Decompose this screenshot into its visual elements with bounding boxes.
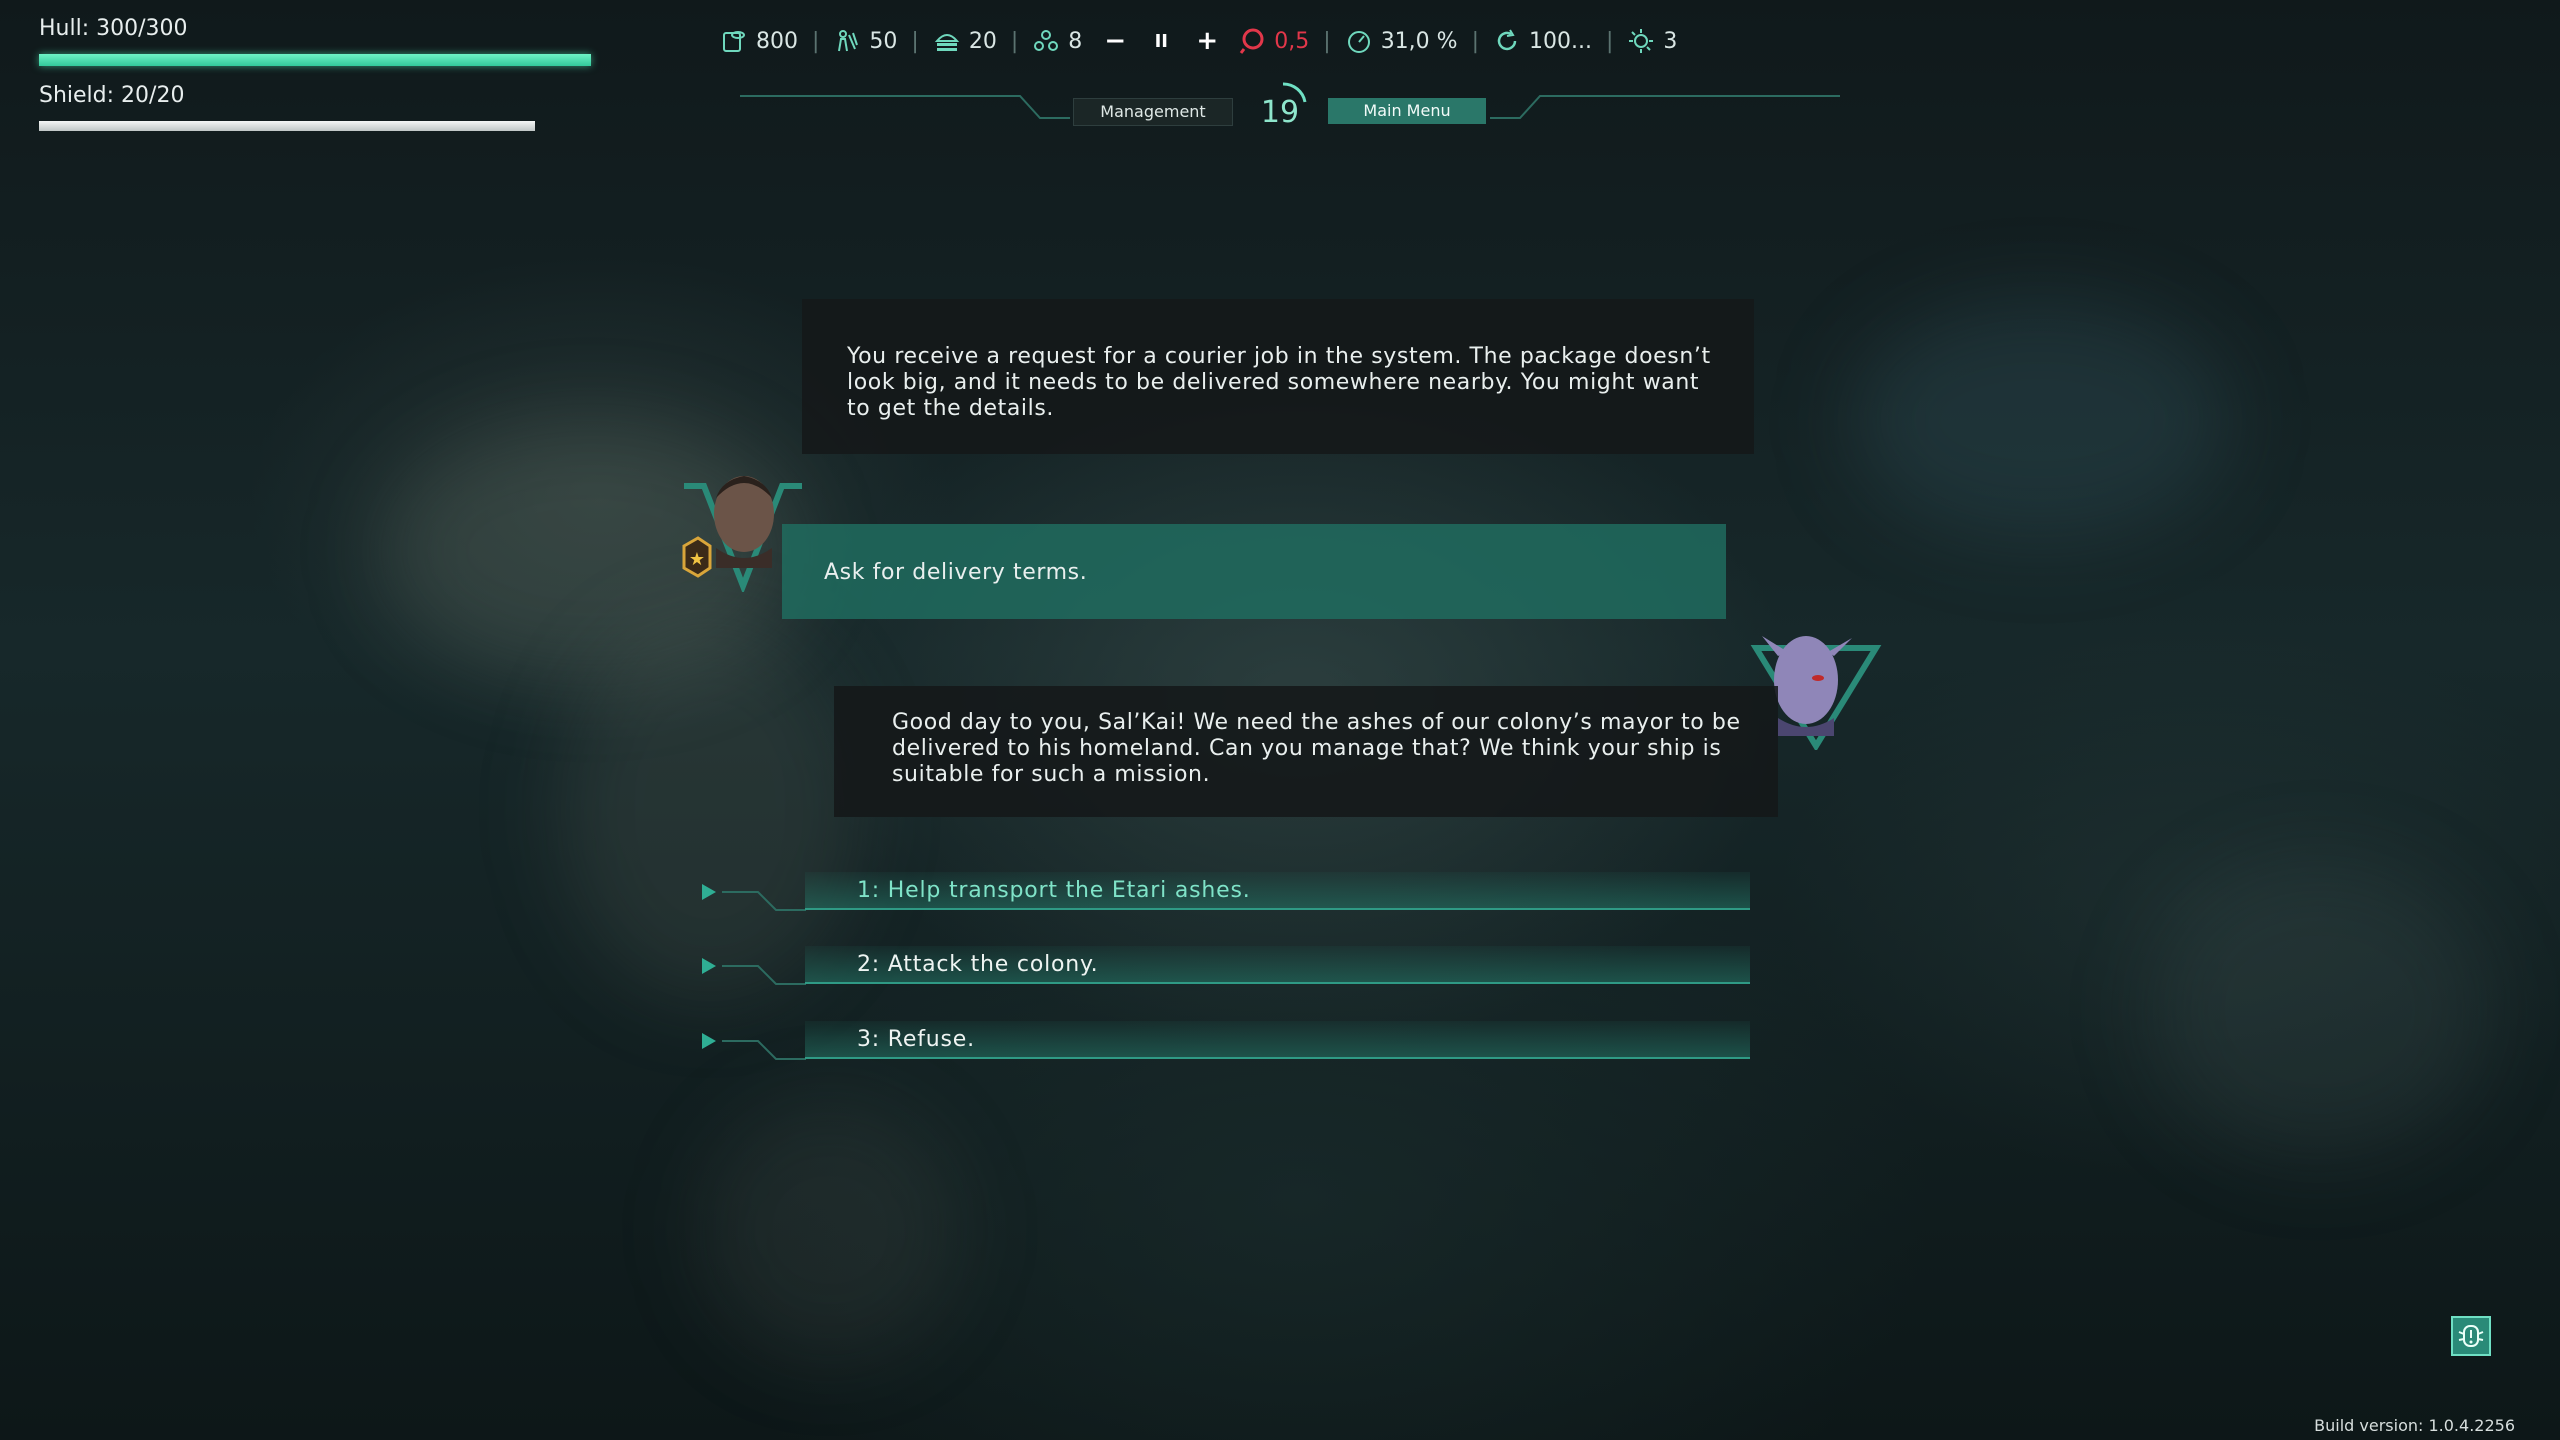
npc-dialog-text: Good day to you, Sal’Kai! We need the as…	[892, 710, 1741, 787]
credits-value: 800	[756, 28, 798, 54]
narration-text: You receive a request for a courier job …	[847, 344, 1711, 421]
threat-icon	[1240, 28, 1264, 54]
cargo-icon	[934, 34, 959, 51]
credits-icon	[723, 31, 745, 52]
dialog-option-1[interactable]: 1: Help transport the Etari ashes.	[700, 872, 1770, 932]
play-arrow-icon	[702, 1033, 716, 1049]
shield-label: Shield: 20/20	[39, 83, 185, 108]
option-text: 2: Attack the colony.	[857, 952, 1099, 977]
bug-report-button[interactable]	[2451, 1316, 2491, 1356]
background-blur	[1850, 300, 2230, 540]
crew-resource[interactable]: 50	[833, 27, 897, 55]
narration-panel: You receive a request for a courier job …	[802, 299, 1754, 454]
shield-bar-fill	[39, 121, 535, 131]
tab-main-menu[interactable]: Main Menu	[1328, 98, 1486, 124]
divider: |	[911, 28, 919, 54]
divider: |	[1010, 28, 1019, 54]
crew-value: 50	[869, 28, 898, 54]
crew-icon	[838, 30, 859, 52]
tab-management[interactable]: Management	[1073, 98, 1233, 126]
cycle-value: 100...	[1529, 28, 1592, 54]
cycle-resource[interactable]: 100...	[1493, 27, 1592, 55]
dialog-option-2[interactable]: 2: Attack the colony.	[700, 946, 1770, 1006]
background-blur	[560, 620, 860, 1000]
option-text: 3: Refuse.	[857, 1027, 975, 1052]
turn-progress-arc	[1282, 82, 1307, 103]
background-blur	[700, 1100, 960, 1360]
time-controls: − II +	[1104, 26, 1218, 56]
efficiency-resource[interactable]: 31,0 %	[1345, 27, 1458, 55]
hull-bar	[39, 54, 591, 66]
divider: |	[1323, 28, 1331, 54]
game-scene: Hull: 300/300 Shield: 20/20 800 | 50 | 2…	[0, 0, 2560, 1440]
play-arrow-icon	[702, 884, 716, 900]
divider: |	[812, 28, 820, 54]
background-blur	[2150, 860, 2490, 1160]
divider: |	[1471, 28, 1479, 54]
hazard-resource[interactable]: 8	[1032, 27, 1082, 55]
energy-icon	[1629, 29, 1654, 53]
efficiency-icon	[1347, 31, 1370, 53]
threat-value: 0,5	[1274, 28, 1310, 54]
efficiency-value: 31,0 %	[1380, 28, 1458, 54]
option-text: 1: Help transport the Etari ashes.	[857, 878, 1251, 903]
cargo-value: 20	[968, 28, 997, 54]
energy-resource[interactable]: 3	[1627, 27, 1677, 55]
hull-bar-fill	[39, 54, 591, 66]
bug-report-icon	[2458, 1325, 2484, 1347]
player-reply-panel: Ask for delivery terms.	[782, 524, 1726, 619]
slow-down-button[interactable]: −	[1104, 26, 1126, 56]
pause-button[interactable]: II	[1150, 31, 1172, 52]
hazard-value: 8	[1068, 28, 1083, 54]
cycle-icon	[1497, 29, 1517, 51]
option-connector	[722, 891, 806, 911]
divider: |	[1605, 28, 1614, 54]
hull-label: Hull: 300/300	[39, 16, 188, 41]
svg-text:★: ★	[689, 549, 705, 570]
option-connector	[722, 965, 806, 985]
resource-bar: 800 | 50 | 20 | 8 − II + 0,5 | 31,0 % | …	[720, 20, 1677, 62]
dialog-option-3[interactable]: 3: Refuse.	[700, 1021, 1770, 1081]
speed-up-button[interactable]: +	[1196, 26, 1218, 56]
threat-resource[interactable]: 0,5	[1238, 27, 1309, 55]
shield-bar	[39, 121, 535, 131]
hazard-icon	[1034, 30, 1059, 51]
energy-value: 3	[1663, 28, 1678, 54]
credits-resource[interactable]: 800	[720, 27, 798, 55]
play-arrow-icon	[702, 958, 716, 974]
cargo-resource[interactable]: 20	[933, 27, 997, 55]
option-connector	[722, 1040, 806, 1060]
build-version: Build version: 1.0.4.2256	[2314, 1416, 2515, 1435]
npc-dialog-panel: Good day to you, Sal’Kai! We need the as…	[834, 686, 1778, 817]
player-reply-text: Ask for delivery terms.	[824, 560, 1088, 585]
